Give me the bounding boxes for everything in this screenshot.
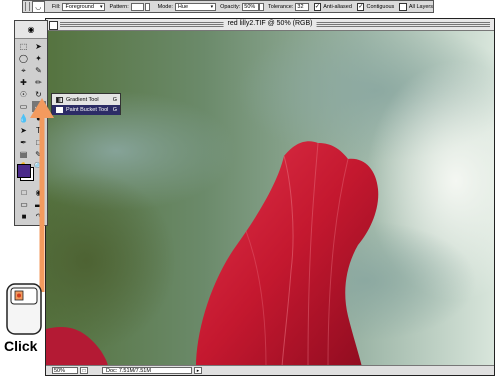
type-tool-icon[interactable]: T [32,125,46,136]
document-title: red lilly2.TIF @ 50% (RGB) [223,20,317,27]
eraser-tool-icon[interactable]: ▭ [17,101,31,112]
clone-stamp-tool-icon[interactable]: ☉ [17,89,31,100]
pen-tool-icon[interactable]: ✒ [17,137,31,148]
opacity-slider-arrow[interactable] [259,2,264,11]
zoom-field[interactable]: 50% [52,367,78,374]
slice-tool-icon[interactable]: ✎ [32,65,46,76]
quick-mask-mode-icon[interactable]: ◉ [32,187,46,198]
canvas-photo[interactable] [46,31,494,367]
screen-mode-standard-icon[interactable]: ▭ [17,199,31,210]
opacity-label: Opacity: [220,3,241,10]
tolerance-label: Tolerance: [268,3,294,10]
screen-mode-full-icon[interactable]: ▬ [32,199,46,210]
notes-tool-icon[interactable]: ▤ [17,149,31,160]
mode-select[interactable]: Hue ▾ [174,2,217,11]
fill-select[interactable]: Foreground ▾ [62,2,106,11]
crop-tool-icon[interactable]: ⌖ [17,65,31,76]
history-brush-tool-icon[interactable]: ↻ [32,89,46,100]
document-info-icon[interactable]: □ [80,367,88,374]
dodge-tool-icon[interactable]: ● [32,113,46,124]
pattern-picker-arrow[interactable] [144,2,150,11]
move-tool-icon[interactable]: ➤ [32,41,46,52]
gradient-tool-icon [56,97,63,103]
blur-tool-icon[interactable]: 💧 [17,113,31,124]
mode-select-value: Hue [177,3,189,10]
fill-label: Fill: [51,3,61,10]
brush-tool-icon[interactable]: ✏ [32,77,46,88]
chevron-down-icon: ▾ [99,3,103,10]
doc-size-readout: Doc: 7.51M/7.51M [102,367,192,374]
opacity-input[interactable]: 50% [242,2,260,11]
magic-wand-tool-icon[interactable]: ✦ [32,53,46,64]
mode-buttons: □ ◉ ▭ ▬ ■ ↷ [15,185,48,224]
jump-to-imageready-icon[interactable]: ↷ [32,211,46,222]
marquee-tool-icon[interactable]: ⬚ [17,41,31,52]
tool-grid: ⬚ ➤ ◯ ✦ ⌖ ✎ ✚ ✏ ☉ ↻ ▭ ◡ 💧 ● ➤ T ✒ □ ▤ ✎ … [15,39,47,174]
lily-photo-image [46,31,494,367]
mode-label: Mode: [157,3,173,10]
eyedropper-tool-icon[interactable]: ✎ [32,149,46,160]
tool-flyout-menu: Gradient Tool G Paint Bucket Tool G [51,93,121,115]
status-menu-arrow-icon[interactable]: ▸ [194,367,202,374]
chevron-down-icon: ▾ [210,3,214,10]
flyout-item-paint-bucket-tool[interactable]: Paint Bucket Tool G [52,105,120,115]
anti-aliased-label: Anti-aliased [323,3,352,10]
tolerance-input[interactable]: 32 [295,2,309,11]
paint-bucket-preset-icon[interactable]: ◡ [31,1,45,12]
foreground-color-swatch[interactable] [17,164,31,178]
all-layers-checkbox[interactable] [399,2,407,11]
contiguous-label: Contiguous [366,3,395,10]
flyout-item-label: Paint Bucket Tool [66,107,109,113]
screen-mode-fullscreen-icon[interactable]: ■ [17,211,31,222]
document-title-bar[interactable]: red lilly2.TIF @ 50% (RGB) [46,19,494,31]
flyout-item-label: Gradient Tool [66,97,99,103]
flyout-item-shortcut: G [112,97,117,103]
close-box-icon[interactable] [49,21,58,30]
healing-brush-tool-icon[interactable]: ✚ [17,77,31,88]
flyout-item-shortcut: G [112,107,117,113]
anti-aliased-checkbox[interactable]: ✓ [313,2,322,11]
toolbox-header[interactable]: ◉ [15,21,47,39]
paint-bucket-tool-icon [56,107,63,113]
path-selection-tool-icon[interactable]: ➤ [17,125,31,136]
toolbox: ◉ ⬚ ➤ ◯ ✦ ⌖ ✎ ✚ ✏ ☉ ↻ ▭ ◡ 💧 ● ➤ T ✒ □ ▤ … [14,20,48,226]
options-bar: ◡ Fill: Foreground ▾ Pattern: Mode: Hue … [22,0,434,13]
standard-mode-icon[interactable]: □ [17,187,31,198]
mouse-click-icon [6,283,42,335]
shape-tool-icon[interactable]: □ [32,137,46,148]
photoshop-eye-icon: ◉ [27,25,35,34]
all-layers-label: All Layers [408,3,434,10]
status-bar: 50% □ Doc: 7.51M/7.51M ▸ [46,365,494,375]
click-caption: Click [4,338,38,354]
contiguous-checkbox[interactable]: ✓ [356,2,365,11]
pattern-picker[interactable] [130,2,144,11]
document-window: red lilly2.TIF @ 50% (RGB) 50% □ Doc: 7.… [45,18,495,376]
pattern-label: Pattern: [109,3,129,10]
fill-select-value: Foreground [65,3,94,10]
options-bar-grip[interactable] [25,2,30,11]
paint-bucket-tool-icon[interactable]: ◡ [31,101,46,112]
lasso-tool-icon[interactable]: ◯ [17,53,31,64]
flyout-item-gradient-tool[interactable]: Gradient Tool G [52,95,120,105]
